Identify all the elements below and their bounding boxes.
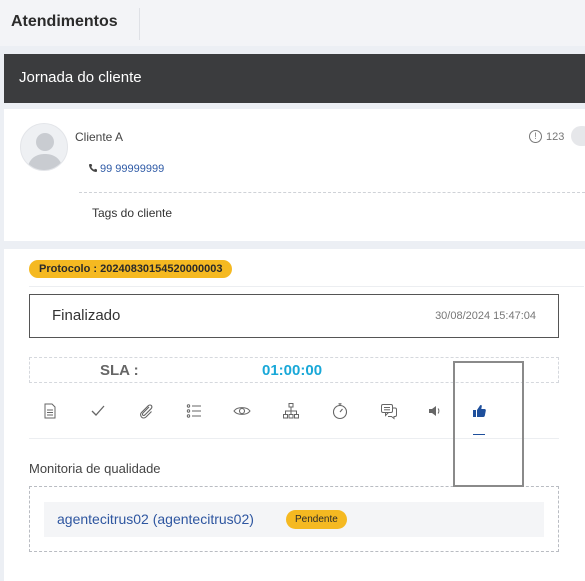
volume-icon[interactable] xyxy=(422,399,448,423)
quality-section-title: Monitoria de qualidade xyxy=(29,461,161,476)
sla-label: SLA : xyxy=(100,362,139,379)
status-datetime: 30/08/2024 15:47:04 xyxy=(435,310,536,322)
page: Atendimentos Jornada do cliente Cliente … xyxy=(0,0,585,581)
check-icon[interactable] xyxy=(85,399,111,423)
topbar-divider xyxy=(139,8,140,40)
quality-box: agentecitrus02 (agentecitrus02) Pendente xyxy=(29,486,559,552)
client-action-button[interactable] xyxy=(571,126,585,146)
sla-value: 01:00:00 xyxy=(262,362,323,379)
journey-header: Jornada do cliente xyxy=(4,54,585,103)
client-id: ! 123 xyxy=(529,130,564,143)
phone-icon xyxy=(89,164,97,172)
paperclip-icon[interactable] xyxy=(133,399,159,423)
status-badge: Pendente xyxy=(286,510,347,529)
client-phone-link[interactable]: 99 99999999 xyxy=(100,163,164,175)
client-name: Cliente A xyxy=(75,130,124,144)
document-icon[interactable] xyxy=(37,399,63,423)
selection-highlight xyxy=(453,361,524,487)
journey-title: Jornada do cliente xyxy=(19,69,142,86)
divider xyxy=(29,286,584,287)
sitemap-icon[interactable] xyxy=(278,399,304,423)
status-box: Finalizado 30/08/2024 15:47:04 xyxy=(29,294,559,338)
timer-icon[interactable] xyxy=(327,399,353,423)
list-icon[interactable] xyxy=(181,399,207,423)
client-card: Cliente A 99 99999999 ! 123 Tags do clie… xyxy=(4,109,585,241)
top-bar: Atendimentos xyxy=(0,0,585,46)
page-title: Atendimentos xyxy=(11,13,118,30)
dashed-divider xyxy=(79,192,585,193)
agent-name[interactable]: agentecitrus02 (agentecitrus02) xyxy=(57,511,254,527)
avatar-placeholder-icon xyxy=(27,133,63,170)
client-id-value: 123 xyxy=(546,130,565,143)
avatar xyxy=(20,123,68,171)
eye-icon[interactable] xyxy=(229,399,255,423)
list-item[interactable]: agentecitrus02 (agentecitrus02) Pendente xyxy=(44,502,544,537)
chat-icon[interactable] xyxy=(376,399,402,423)
status-text: Finalizado xyxy=(52,307,121,324)
client-tags-label[interactable]: Tags do cliente xyxy=(92,206,172,220)
protocol-badge: Protocolo : 20240830154520000003 xyxy=(29,260,233,278)
info-icon: ! xyxy=(529,130,542,143)
